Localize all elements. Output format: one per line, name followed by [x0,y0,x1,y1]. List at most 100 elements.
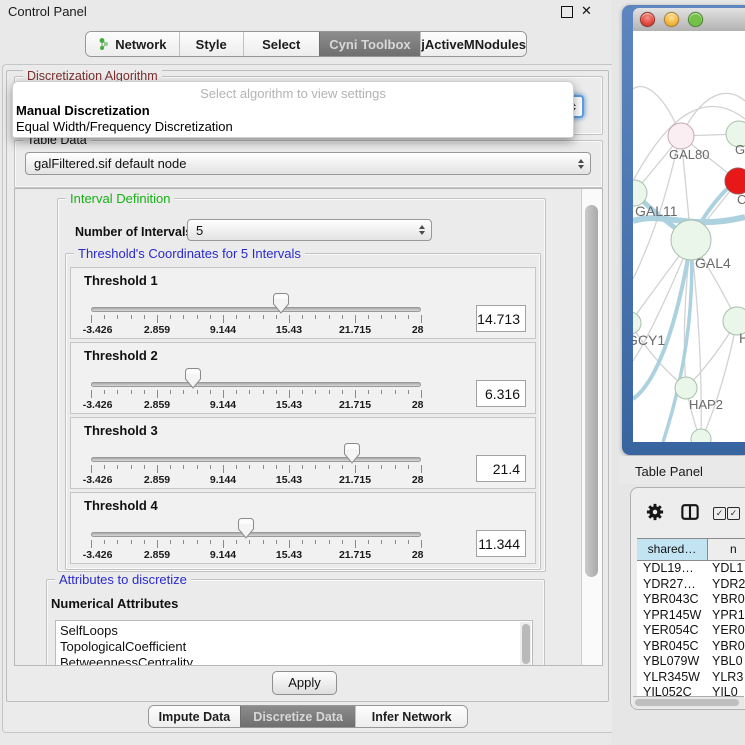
node-table: shared… n YDL19… YDL1 YDR27… YDR2 [637,538,745,698]
algorithm-dropdown-popup: Select algorithm to view settings Manual… [12,81,574,138]
float-window-icon[interactable] [561,6,573,18]
cyni-bottom-tabbar: Impute Data Discretize Data Infer Networ… [148,705,468,728]
scale-label: -3.426 [83,549,113,561]
attribute-item[interactable]: BetweennessCentrality [60,655,532,666]
tab-network[interactable]: Network [86,32,179,56]
threshold-panel: Threshold 3 [70,417,536,489]
threshold-slider: -3.426 2.859 9.144 15.43 21.715 28 [91,493,421,565]
tab-infer-network[interactable]: Infer Network [355,706,467,727]
cell-shared-name[interactable]: YDR27… [637,577,708,593]
cell-shared-name[interactable]: YER054C [637,623,708,639]
slider-thumb[interactable] [273,293,289,314]
scale-label: 9.144 [210,474,236,486]
apply-button[interactable]: Apply [272,671,337,695]
table-row[interactable]: YDL19… YDL1 [637,561,745,577]
table-row[interactable]: YBR045C YBR0 [637,639,745,655]
threshold-slider: -3.426 2.859 9.144 15.43 21.715 28 [91,268,421,340]
tab-style[interactable]: Style [179,32,243,56]
network-node-bottom[interactable] [691,429,711,442]
table-panel-titlebar: Table Panel [618,456,745,484]
network-node-gal80[interactable] [668,123,694,149]
cell-name[interactable]: YPR1 [708,608,745,624]
attributes-list-scrollbar[interactable] [520,622,531,666]
column-layout-icon[interactable] [681,504,699,525]
dropdown-option-manual-discretization[interactable]: Manual Discretization [16,103,150,118]
table-row[interactable]: YBR043C YBR0 [637,592,745,608]
table-row[interactable]: YPR145W YPR1 [637,608,745,624]
scale-label: 2.859 [144,324,170,336]
tab-jactivemnodules[interactable]: jActiveMNodules [420,32,526,56]
cell-shared-name[interactable]: YBR043C [637,592,708,608]
num-intervals-label: Number of Intervals [75,225,192,239]
cell-name[interactable]: YLR3 [708,670,745,686]
cell-shared-name[interactable]: YLR345W [637,670,708,686]
tab-label: jActiveMNodules [421,37,526,52]
network-node-gal4[interactable] [671,220,711,260]
num-intervals-combobox[interactable]: 5 [187,219,432,241]
slider-thumb[interactable] [185,368,201,389]
close-icon[interactable]: ✕ [581,3,592,19]
slider-track[interactable] [91,457,421,462]
scale-label: -3.426 [83,474,113,486]
checkbox-icon[interactable]: ✓ [727,507,740,520]
cell-shared-name[interactable]: YPR145W [637,608,708,624]
table-panel-title: Table Panel [635,464,703,479]
tab-select[interactable]: Select [243,32,319,56]
tab-discretize-data[interactable]: Discretize Data [240,706,356,727]
scale-label: 9.144 [210,399,236,411]
scale-label: 28 [412,324,424,336]
cell-name[interactable]: YER0 [708,623,745,639]
node-label: H [739,330,745,346]
network-node-hap2[interactable] [675,377,697,399]
slider-track[interactable] [91,307,421,312]
dropdown-option-equal-width[interactable]: Equal Width/Frequency Discretization [16,119,233,134]
tab-impute-data[interactable]: Impute Data [149,706,240,727]
settings-gear-icon[interactable] [646,503,664,526]
table-horizontal-scrollbar[interactable] [633,696,744,708]
table-body: YDL19… YDL1 YDR27… YDR2 YBR043C YBR0 [637,561,745,698]
slider-track[interactable] [91,382,421,387]
threshold-value-field[interactable]: 6.316 [476,380,526,407]
table-row[interactable]: YBL079W YBL0 [637,654,745,670]
scale-label: 15.43 [276,324,302,336]
slider-ticks [91,540,421,549]
table-data-combobox[interactable]: galFiltered.sif default node [25,152,591,175]
threshold-value-field[interactable]: 21.4 [476,455,526,482]
cell-name[interactable]: YBR0 [708,592,745,608]
table-row[interactable]: YLR345W YLR3 [637,670,745,686]
slider-thumb[interactable] [238,518,254,539]
attribute-item[interactable]: SelfLoops [60,623,532,639]
combo-value: 5 [196,223,203,238]
tab-label: Network [115,37,166,52]
cell-name[interactable]: YBL0 [708,654,745,670]
mac-zoom-button[interactable] [688,12,703,27]
table-header-row: shared… n [637,538,745,561]
checkbox-icon[interactable]: ✓ [713,507,726,520]
cell-shared-name[interactable]: YDL19… [637,561,708,577]
column-header-name[interactable]: n [708,539,745,560]
node-label: GAL4 [695,255,731,271]
cell-shared-name[interactable]: YBL079W [637,654,708,670]
threshold-value-field[interactable]: 14.713 [476,305,526,332]
network-node-gcy1[interactable] [633,312,641,334]
scale-label: 21.715 [339,474,371,486]
table-row[interactable]: YDR27… YDR2 [637,577,745,593]
cell-shared-name[interactable]: YBR045C [637,639,708,655]
network-canvas[interactable]: GAL80 G C GAL11 GAL4 GCY1 H HAP2 [633,31,745,442]
slider-scale-labels: -3.426 2.859 9.144 15.43 21.715 28 [91,324,421,336]
cell-name[interactable]: YBR0 [708,639,745,655]
tab-cyni-toolbox[interactable]: Cyni Toolbox [319,32,421,56]
cell-name[interactable]: YDL1 [708,561,745,577]
settings-vertical-scrollbar[interactable] [581,189,602,665]
column-header-shared-name[interactable]: shared… [637,539,708,560]
network-icon [98,37,110,51]
mac-close-button[interactable] [640,12,655,27]
attribute-item[interactable]: TopologicalCoefficient [60,639,532,655]
slider-track[interactable] [91,532,421,537]
threshold-value-field[interactable]: 11.344 [476,530,526,557]
cell-name[interactable]: YDR2 [708,577,745,593]
slider-thumb[interactable] [344,443,360,464]
node-label: GAL80 [669,147,709,162]
table-row[interactable]: YER054C YER0 [637,623,745,639]
mac-minimize-button[interactable] [664,12,679,27]
